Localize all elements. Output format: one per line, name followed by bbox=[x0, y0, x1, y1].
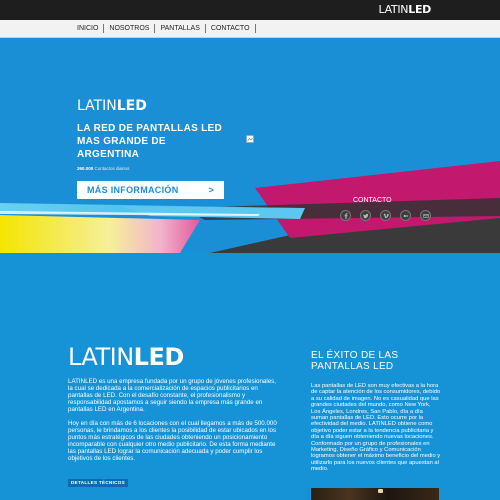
about-logo: LATINLED bbox=[68, 343, 184, 371]
nav-item-inicio[interactable]: INICIO bbox=[72, 24, 105, 33]
twitter-icon[interactable] bbox=[360, 210, 371, 221]
about-paragraph: LATINLED es una empresa fundada por un g… bbox=[68, 378, 276, 413]
photo-highlight bbox=[378, 489, 383, 493]
nav-item-contacto[interactable]: CONTACTO bbox=[206, 24, 256, 33]
brand-logo-bold: LED bbox=[408, 3, 431, 16]
about-logo-light: LATIN bbox=[68, 343, 134, 371]
success-text: Las pantallas de LED son muy efectivas a… bbox=[311, 383, 441, 473]
brand-logo[interactable]: LATINLED bbox=[378, 3, 431, 16]
led-screen-photo bbox=[311, 488, 439, 500]
brand-logo-light: LATIN bbox=[378, 3, 409, 16]
hero-counter-value: 260.000 bbox=[77, 166, 94, 171]
hero-counter-label: Contactos diarios bbox=[94, 166, 130, 171]
technical-details-button[interactable]: DETALLES TÉCNICOS bbox=[68, 479, 129, 487]
hero-logo: LATINLED bbox=[77, 98, 147, 114]
facebook-icon[interactable] bbox=[340, 210, 351, 221]
nav-bar: INICIO NOSOTROS PANTALLAS CONTACTO bbox=[0, 20, 500, 38]
nav-list: INICIO NOSOTROS PANTALLAS CONTACTO bbox=[72, 24, 256, 33]
email-icon[interactable] bbox=[420, 210, 431, 221]
hero-counter: 260.000 Contactos diarios bbox=[77, 166, 129, 171]
broken-image-icon bbox=[246, 135, 254, 143]
success-title: EL ÉXITO DE LAS PANTALLAS LED bbox=[311, 350, 399, 372]
nav-item-pantallas[interactable]: PANTALLAS bbox=[155, 24, 206, 33]
flickr-icon[interactable] bbox=[400, 210, 411, 221]
about-paragraph: Hoy en día con más de 6 locaciones con e… bbox=[68, 420, 277, 462]
more-info-arrow-icon: > bbox=[208, 185, 214, 195]
social-icons bbox=[340, 210, 431, 221]
more-info-label: MÁS INFORMACIÓN bbox=[87, 185, 179, 195]
vimeo-icon[interactable] bbox=[380, 210, 391, 221]
hero-section: LATINLED LA RED DE PANTALLAS LED MAS GRA… bbox=[0, 38, 500, 253]
nav-item-nosotros[interactable]: NOSOTROS bbox=[104, 24, 156, 33]
about-logo-bold: LED bbox=[133, 343, 185, 371]
about-text: LATINLED es una empresa fundada por un g… bbox=[68, 378, 278, 469]
top-bar: LATINLED bbox=[0, 0, 500, 20]
page: LATINLED INICIO NOSOTROS PANTALLAS CONTA… bbox=[0, 0, 500, 500]
hero-title: LA RED DE PANTALLAS LED MAS GRANDE DE AR… bbox=[77, 123, 223, 160]
contact-title: CONTACTO bbox=[353, 197, 392, 204]
more-info-button[interactable]: MÁS INFORMACIÓN > bbox=[77, 181, 224, 199]
hero-logo-light: LATIN bbox=[77, 98, 117, 114]
hero-logo-bold: LED bbox=[116, 98, 147, 114]
